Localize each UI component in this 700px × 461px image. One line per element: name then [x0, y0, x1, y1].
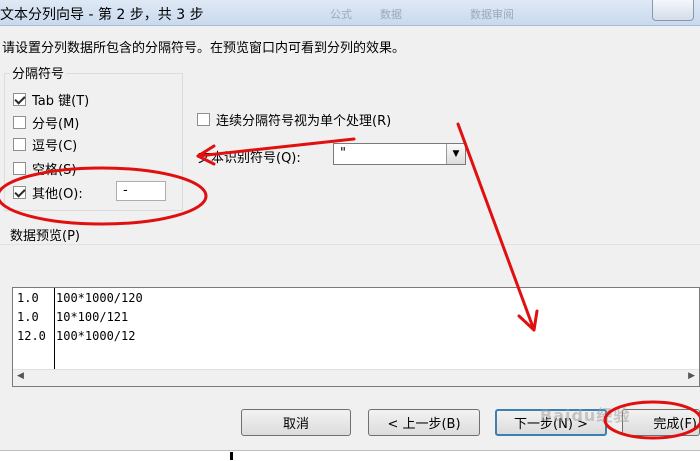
column-break-line[interactable]	[54, 288, 55, 370]
annotation-overlay	[0, 122, 700, 440]
delimiter-space-option[interactable]: 空格(S)	[13, 158, 76, 178]
chevron-down-icon[interactable]: ▼	[446, 144, 465, 164]
data-preview-label: 数据预览(P)	[10, 229, 80, 244]
text-qualifier-value: "	[340, 146, 346, 161]
ghost-ribbon-tab: 数据审阅	[470, 8, 514, 21]
semicolon-checkbox[interactable]	[13, 115, 26, 129]
finish-button[interactable]: 完成(F)	[622, 409, 700, 436]
text-qualifier-label: 文本识别符号(Q):	[198, 151, 301, 166]
instruction-text: 请设置分列数据所包含的分隔符号。在预览窗口内可看到分列的效果。	[2, 41, 406, 56]
spreadsheet-edge	[0, 450, 700, 461]
back-button[interactable]: < 上一步(B)	[368, 409, 480, 436]
preview-divider	[0, 244, 700, 245]
other-checkbox[interactable]	[13, 185, 26, 199]
horizontal-scrollbar[interactable]: ◀ ▶	[13, 369, 699, 386]
preview-cell: 1.0	[17, 291, 39, 305]
consecutive-delimiters-option[interactable]: 连续分隔符号视为单个处理(R)	[197, 110, 391, 129]
comma-label: 逗号(C)	[32, 138, 78, 154]
space-label: 空格(S)	[32, 162, 77, 178]
data-preview-box[interactable]: 1.0 100*1000/120 1.0 10*100/121 12.0 100…	[12, 287, 700, 387]
delimiter-other-option[interactable]: 其他(O):	[13, 182, 83, 202]
space-checkbox[interactable]	[13, 161, 26, 175]
cancel-button[interactable]: 取消	[241, 409, 351, 436]
ghost-ribbon-tab: 数据	[380, 8, 402, 21]
window-title: 文本分列向导 - 第 2 步，共 3 步	[0, 7, 204, 23]
close-button[interactable]	[652, 0, 694, 21]
watermark-logo: Baidu经验	[540, 406, 631, 425]
preview-cell: 100*1000/12	[56, 329, 136, 343]
consecutive-label: 连续分隔符号视为单个处理(R)	[216, 114, 392, 129]
ghost-ribbon-tab: 公式	[330, 8, 352, 21]
other-label: 其他(O):	[32, 186, 83, 202]
title-bar: 文本分列向导 - 第 2 步，共 3 步 公式 数据 数据审阅	[0, 0, 700, 26]
delimiter-tab-option[interactable]: Tab 键(T)	[13, 89, 89, 109]
tab-label: Tab 键(T)	[32, 93, 90, 109]
delimiter-semicolon-option[interactable]: 分号(M)	[13, 112, 79, 132]
comma-checkbox[interactable]	[13, 137, 26, 151]
tab-checkbox[interactable]	[13, 92, 26, 106]
preview-cell: 1.0	[17, 310, 39, 324]
delimiter-comma-option[interactable]: 逗号(C)	[13, 134, 77, 154]
consecutive-checkbox[interactable]	[197, 113, 210, 126]
preview-cell: 10*100/121	[56, 310, 129, 324]
other-delimiter-input[interactable]: -	[116, 181, 166, 201]
preview-cell: 100*1000/120	[56, 291, 143, 305]
scroll-left-icon[interactable]: ◀	[17, 371, 24, 381]
delimiter-group-legend: 分隔符号	[10, 63, 67, 82]
semicolon-label: 分号(M)	[32, 116, 80, 132]
text-qualifier-select[interactable]: " ▼	[333, 143, 466, 165]
spreadsheet-cell-marker	[230, 452, 233, 460]
preview-cell: 12.0	[17, 329, 46, 343]
scroll-right-icon[interactable]: ▶	[688, 371, 695, 381]
